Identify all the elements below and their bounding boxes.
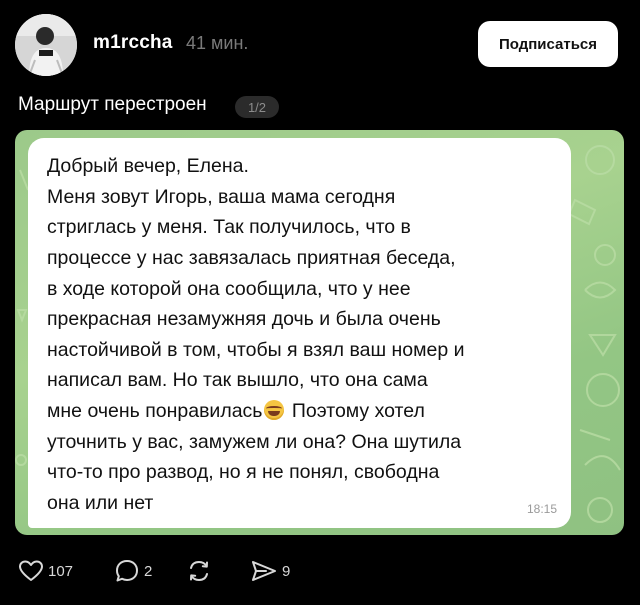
message-line: Добрый вечер, Елена.	[47, 155, 249, 177]
message-line: Меня зовут Игорь, ваша мама сегодня	[47, 186, 396, 208]
post-actions-bar: 107 2 9	[0, 548, 640, 598]
speech-bubble-icon	[116, 560, 138, 582]
avatar-photo-icon	[15, 14, 77, 76]
laughing-emoji-icon	[264, 400, 285, 420]
message-line: в ходе которой она сообщила, что у нее	[47, 278, 411, 300]
message-time: 18:15	[526, 502, 557, 516]
message-line: она или нет	[47, 492, 154, 514]
post-time: 41 мин.	[186, 33, 249, 53]
message-text: Поэтому хотел	[286, 400, 425, 422]
avatar[interactable]	[15, 14, 77, 76]
image-counter-badge: 1/2	[235, 96, 279, 118]
comment-button[interactable]: 2	[114, 556, 152, 586]
heart-outline-icon	[19, 560, 43, 581]
paper-plane-icon	[252, 561, 276, 581]
message-text: мне очень понравилась	[47, 400, 263, 422]
repost-button[interactable]	[186, 556, 216, 586]
message-line: стриглась у меня. Так получилось, что в	[47, 216, 411, 238]
share-count: 9	[282, 562, 291, 580]
subscribe-button[interactable]: Подписаться	[478, 21, 618, 67]
comment-count: 2	[144, 562, 153, 580]
like-count: 107	[48, 562, 74, 580]
post-image[interactable]: Добрый вечер, Елена. Меня зовут Игорь, в…	[15, 130, 624, 535]
post-header: m1rccha 41 мин. Подписаться	[0, 0, 640, 90]
message-line: прекрасная незамужняя дочь и была очень	[47, 308, 441, 330]
message-line: процессе у нас завязалась приятная бесед…	[47, 247, 456, 269]
message-line: уточнить у вас, замужем ли она? Она шути…	[47, 431, 462, 453]
message-bubble: Добрый вечер, Елена. Меня зовут Игорь, в…	[28, 138, 571, 528]
like-button[interactable]: 107	[18, 556, 73, 586]
repost-arrows-icon	[190, 560, 208, 582]
message-line: что-то про развод, но я не понял, свобод…	[47, 461, 440, 483]
message-line: мне очень понравилась Поэтому хотел	[47, 399, 425, 423]
post-title: Маршрут перестроен	[18, 94, 207, 115]
share-button[interactable]: 9	[250, 556, 290, 586]
message-line: написал вам. Но так вышло, что она сама	[47, 369, 428, 391]
username[interactable]: m1rccha	[93, 32, 173, 54]
message-line: настойчивой в том, чтобы я взял ваш номе…	[47, 339, 465, 361]
